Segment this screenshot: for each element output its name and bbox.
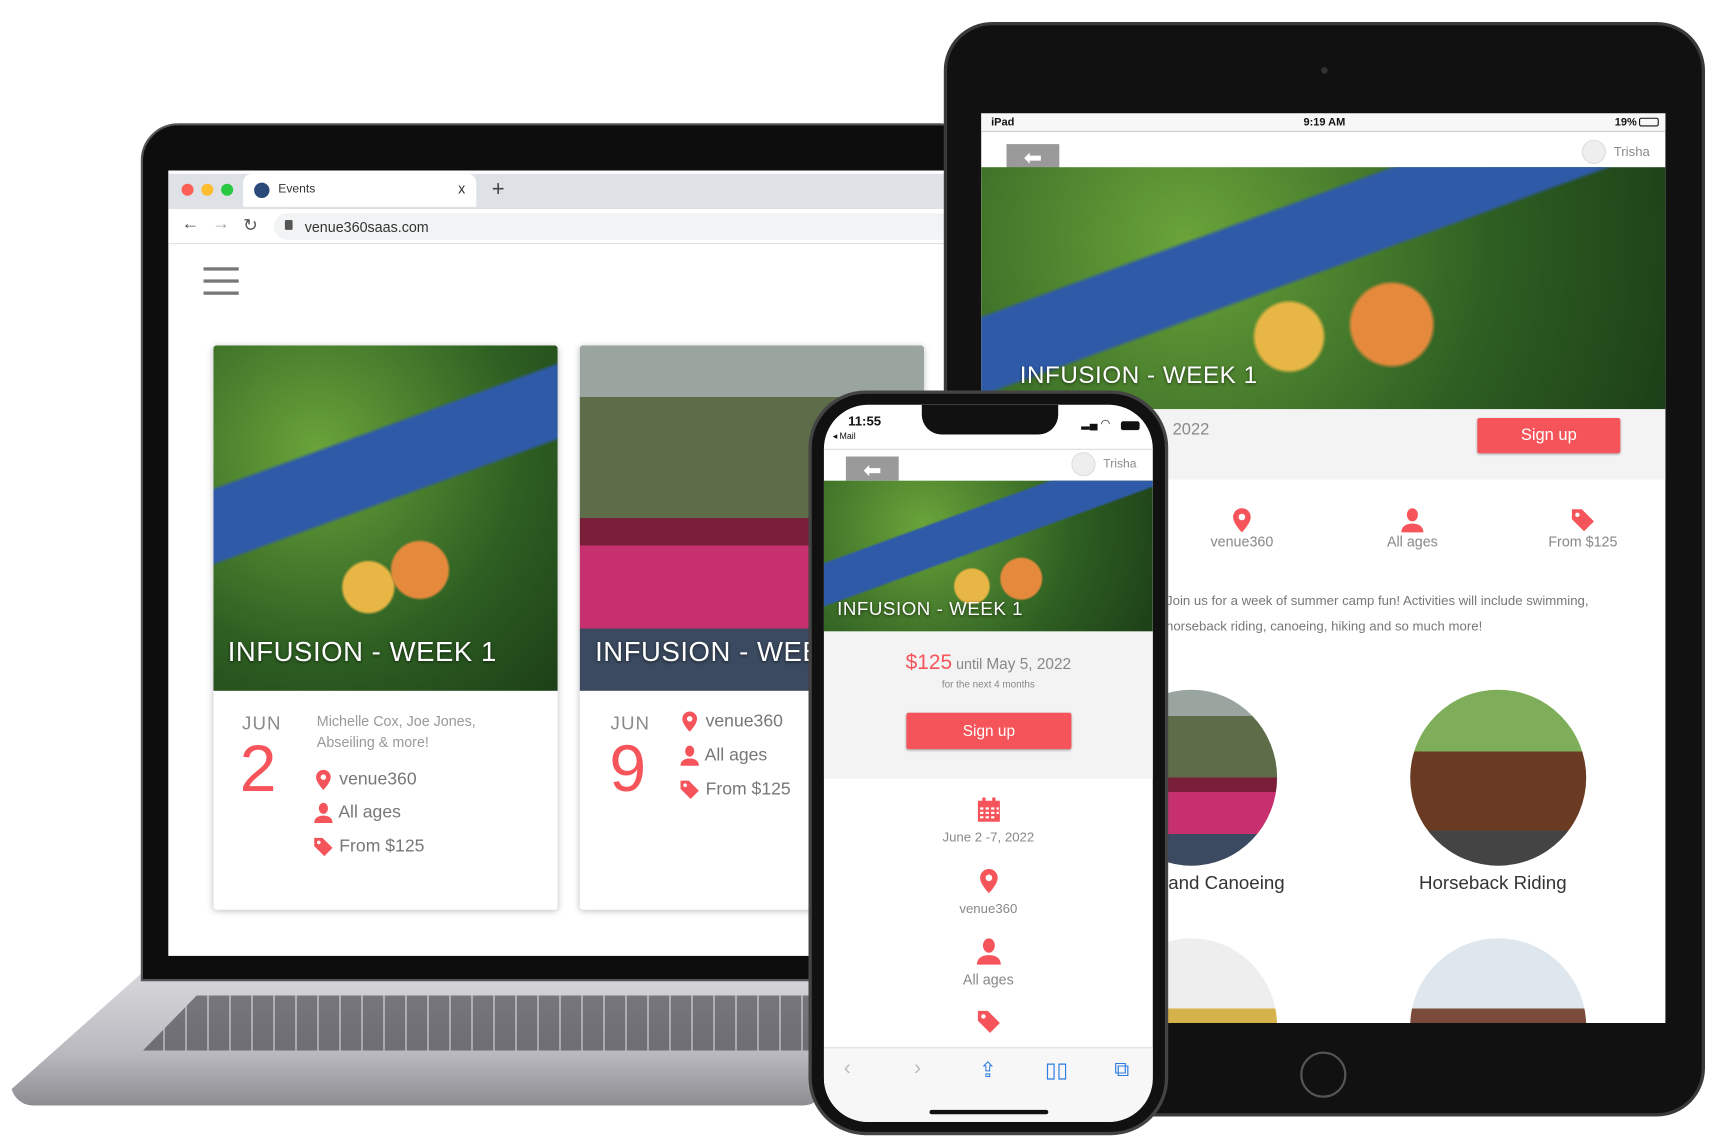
activity-photo-horseback[interactable] xyxy=(1410,689,1587,866)
status-time: 11:55 xyxy=(848,413,882,429)
event-description: Michelle Cox, Joe Jones, Abseiling & mor… xyxy=(316,712,476,751)
minimize-window-button[interactable] xyxy=(201,183,214,196)
safari-toolbar: ‹ › ⇪ ▯▯ ⧉ xyxy=(823,1047,1153,1122)
info-venue: venue360 xyxy=(1197,507,1287,550)
map-pin-icon xyxy=(975,868,1001,894)
battery-icon xyxy=(1639,117,1659,127)
avatar[interactable] xyxy=(1071,452,1096,477)
info-ages: All ages xyxy=(1367,507,1457,550)
person-icon xyxy=(1399,507,1425,533)
price-subnote: for the next 4 months xyxy=(941,678,1035,690)
person-icon xyxy=(312,802,334,824)
detail-price xyxy=(824,1009,1153,1035)
battery-icon xyxy=(1120,421,1140,431)
detail-ages: All ages xyxy=(824,937,1153,994)
map-pin-icon xyxy=(1229,507,1255,533)
device-name: iPad xyxy=(991,116,1015,129)
tab-title: Events xyxy=(278,182,316,196)
lock-icon xyxy=(284,220,293,230)
activity-label[interactable]: and Canoeing xyxy=(1168,872,1284,894)
new-tab-button[interactable]: + xyxy=(492,177,505,202)
back-icon[interactable]: ← xyxy=(182,215,200,235)
maximize-window-button[interactable] xyxy=(221,183,234,196)
hamburger-icon[interactable] xyxy=(203,267,239,296)
battery-percent: 19% xyxy=(1614,116,1637,129)
price-tag-icon xyxy=(1570,507,1596,533)
price-until: until xyxy=(956,655,983,673)
activity-photo-hiking[interactable] xyxy=(1410,938,1587,1024)
laptop-keyboard xyxy=(143,995,814,1051)
forward-icon[interactable]: → xyxy=(212,215,230,235)
user-name[interactable]: Trisha xyxy=(1103,458,1136,471)
price-tag-icon xyxy=(312,836,334,858)
home-button[interactable] xyxy=(1300,1051,1347,1098)
event-price: From $125 xyxy=(679,779,791,801)
close-tab-icon[interactable]: x xyxy=(458,180,465,197)
phone-notch xyxy=(921,404,1059,435)
event-card[interactable]: INFUSION - WEEK 1 JUN 2 Michelle Cox, Jo… xyxy=(213,345,558,910)
price-tag-icon xyxy=(679,779,701,801)
event-title: INFUSION - WEE xyxy=(595,636,822,668)
price-line: $125 until May 5, 2022 xyxy=(824,651,1153,675)
price-tag-icon xyxy=(975,1009,1001,1035)
event-venue: venue360 xyxy=(312,769,417,791)
calendar-icon xyxy=(975,796,1001,822)
sign-up-button[interactable]: Sign up xyxy=(1477,418,1621,454)
camera-icon xyxy=(1321,67,1328,74)
event-day: 9 xyxy=(609,731,647,806)
event-ages: All ages xyxy=(679,745,767,767)
event-title: INFUSION - WEEK 1 xyxy=(1019,360,1258,389)
sign-up-button[interactable]: Sign up xyxy=(906,712,1072,750)
event-venue: venue360 xyxy=(679,711,783,733)
info-price: From $125 xyxy=(1536,507,1631,550)
user-name[interactable]: Trisha xyxy=(1614,144,1650,159)
map-pin-icon xyxy=(679,711,701,733)
ipad-status-bar: iPad 9:19 AM 19% xyxy=(981,113,1666,132)
event-price: From $125 xyxy=(312,836,424,858)
avatar[interactable] xyxy=(1581,139,1606,164)
reload-icon[interactable]: ↻ xyxy=(243,215,258,237)
url-input[interactable]: venue360saas.com xyxy=(273,213,961,240)
price-deadline: May 5, 2022 xyxy=(986,654,1072,673)
share-icon[interactable]: ⇪ xyxy=(979,1058,997,1083)
address-bar-row: ← → ↻ venue360saas.com xyxy=(168,209,961,245)
activity-label[interactable]: Horseback Riding xyxy=(1419,872,1567,894)
event-title: INFUSION - WEEK 1 xyxy=(227,636,497,668)
url-text: venue360saas.com xyxy=(304,218,429,236)
event-ages: All ages xyxy=(312,802,401,824)
status-time: 9:19 AM xyxy=(1303,116,1346,129)
detail-date: June 2 -7, 2022 xyxy=(824,796,1153,851)
event-title: INFUSION - WEEK 1 xyxy=(837,598,1024,620)
person-icon xyxy=(679,745,701,767)
tabs-icon[interactable]: ⧉ xyxy=(1114,1058,1129,1082)
event-day: 2 xyxy=(239,731,277,806)
event-description: Join us for a week of summer camp fun! A… xyxy=(1166,592,1589,634)
phone-screen: 11:55 ◂ Mail ▂▄ ◠ ⬅ Trisha INFUSION - WE… xyxy=(823,404,1153,1122)
forward-icon[interactable]: › xyxy=(914,1057,921,1081)
person-icon xyxy=(974,937,1003,966)
price-value: $125 xyxy=(905,651,953,675)
back-to-mail[interactable]: ◂ Mail xyxy=(833,431,856,441)
close-window-button[interactable] xyxy=(181,183,194,196)
favicon-icon xyxy=(254,182,270,198)
browser-tab-events[interactable]: Events x xyxy=(243,173,477,207)
event-date: 2022 xyxy=(1172,420,1210,439)
back-button[interactable]: ⬅ xyxy=(845,456,899,483)
bookmarks-icon[interactable]: ▯▯ xyxy=(1045,1058,1068,1083)
back-icon[interactable]: ‹ xyxy=(844,1057,851,1081)
home-indicator xyxy=(929,1109,1049,1115)
map-pin-icon xyxy=(312,769,334,791)
detail-venue: venue360 xyxy=(824,868,1153,923)
signal-wifi-icon: ▂▄ ◠ xyxy=(1081,418,1111,431)
